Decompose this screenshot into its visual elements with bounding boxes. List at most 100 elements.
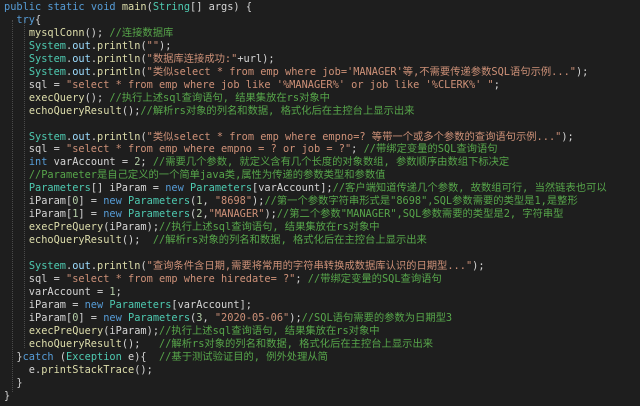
code-token: ] = bbox=[78, 208, 104, 221]
code-line[interactable]: sql = "select * from emp where empno = ?… bbox=[4, 143, 498, 156]
code-token: try bbox=[16, 13, 36, 26]
code-token: "2020-05-06" bbox=[214, 311, 290, 324]
code-token: printStackTrace bbox=[41, 363, 135, 376]
code-token: new bbox=[103, 208, 129, 221]
code-line[interactable]: iParam[0] = new Parameters(1, "8698");//… bbox=[4, 195, 578, 208]
code-token: [varAccount]; bbox=[252, 182, 333, 195]
code-line[interactable]: echoQueryResult();//解析rs对象的列名和数据, 格式化后在主… bbox=[4, 104, 415, 118]
code-token: //客户端知道传递几个参数, 故数组可行, 当然链表也可以 bbox=[332, 182, 607, 195]
code-line[interactable]: try{ bbox=[4, 14, 41, 27]
code-token: ; bbox=[493, 78, 500, 91]
code-token: (); bbox=[121, 234, 153, 247]
code-token: //解析rs对象的列名和数据, 格式化后在主控台上显示出来 bbox=[140, 104, 415, 117]
code-token: (iParam); bbox=[103, 324, 160, 337]
code-token: execPreQuery bbox=[28, 221, 104, 234]
code-token: out bbox=[72, 130, 91, 143]
code-token: "select * from emp where hiredate= ?" bbox=[66, 272, 296, 285]
code-line[interactable]: mysqlConn(); //连接数据库 bbox=[4, 26, 174, 40]
code-token: new bbox=[103, 195, 129, 208]
code-line[interactable]: iParam[1] = new Parameters(2,"MANAGER");… bbox=[4, 208, 564, 221]
code-token: println bbox=[97, 260, 141, 272]
code-token: Parameters bbox=[128, 311, 191, 324]
code-line[interactable]: echoQueryResult(); //解析rs对象的列名和数据, 格式化后在… bbox=[4, 338, 433, 351]
code-token: void bbox=[90, 1, 122, 13]
code-token: e. bbox=[4, 363, 42, 376]
code-line[interactable]: //Parameter是自己定义的一个简单java类,属性为传递的参数类型和参数… bbox=[4, 169, 386, 182]
code-token: main bbox=[121, 1, 147, 13]
code-token: iParam[ bbox=[4, 195, 73, 208]
code-token: System bbox=[28, 52, 67, 65]
code-token: ] = bbox=[78, 195, 104, 208]
code-token: //执行上述sql查询语句, 结果集放在rs对象中 bbox=[159, 324, 380, 337]
code-token: Parameters bbox=[109, 298, 172, 311]
code-line[interactable]: sql = "select * from emp where job like … bbox=[4, 79, 500, 92]
code-token: System bbox=[28, 130, 67, 143]
code-line[interactable]: } bbox=[4, 390, 10, 403]
code-line[interactable]: System.out.println("类似select * from emp … bbox=[4, 65, 589, 79]
code-token: varAccount = bbox=[53, 156, 135, 169]
code-token: ); bbox=[289, 311, 302, 324]
code-token: ); bbox=[252, 195, 265, 208]
code-token: println bbox=[97, 130, 141, 143]
code-token: (); bbox=[84, 26, 110, 39]
code-token: "8698" bbox=[214, 195, 253, 208]
code-token: println bbox=[97, 39, 141, 52]
code-line[interactable]: iParam = new Parameters[varAccount]; bbox=[4, 299, 252, 312]
code-token: } bbox=[4, 389, 11, 402]
code-line[interactable]: varAccount = 1; bbox=[4, 286, 122, 299]
code-token: iParam[ bbox=[4, 311, 73, 324]
code-line[interactable]: execPreQuery(iParam);//执行上述sql查询语句, 结果集放… bbox=[4, 221, 380, 234]
code-token: out bbox=[72, 65, 91, 78]
code-line[interactable]: echoQueryResult(); //解析rs对象的列名和数据, 格式化后在… bbox=[4, 234, 427, 247]
code-token: String bbox=[152, 1, 191, 13]
code-token: iParam = bbox=[4, 298, 85, 311]
code-token: , bbox=[202, 195, 215, 208]
code-token: out bbox=[72, 52, 91, 65]
code-line[interactable]: execPreQuery(iParam);//执行上述sql查询语句, 结果集放… bbox=[4, 325, 380, 338]
code-line[interactable]: }catch (Exception e){ //基于测试验证目的, 例外处理从简 bbox=[4, 351, 328, 364]
code-token: mysqlConn bbox=[28, 26, 85, 39]
code-line[interactable]: System.out.println(""); bbox=[4, 39, 172, 53]
code-line[interactable]: System.out.println("类似select * from emp … bbox=[4, 131, 574, 144]
code-line[interactable]: execQuery(); //执行上述sql查询语句, 结果集放在rs对象中 bbox=[4, 92, 330, 105]
code-token: //Parameter是自己定义的一个简单java类,属性为传递的参数类型和参数… bbox=[28, 169, 386, 182]
code-token: sql = bbox=[4, 143, 66, 156]
code-token: "select * from emp where empno = ? or jo… bbox=[66, 143, 352, 156]
code-token: //带绑定变量的SQL查询语句 bbox=[363, 143, 498, 156]
code-token: Parameters bbox=[28, 182, 91, 195]
code-token: int bbox=[28, 156, 54, 169]
code-token: } bbox=[4, 376, 23, 389]
code-token: ; bbox=[115, 285, 122, 298]
code-editor[interactable]: public static void main(String[] args) {… bbox=[0, 0, 640, 406]
code-line[interactable]: sql = "select * from emp where hiredate=… bbox=[4, 273, 442, 286]
code-line[interactable]: public static void main(String[] args) { bbox=[4, 1, 252, 14]
code-token: execPreQuery bbox=[28, 324, 104, 337]
code-token: //基于测试验证目的, 例外处理从简 bbox=[159, 350, 328, 363]
code-line[interactable]: System.out.println("查询条件含日期,需要将常用的字符串转换成… bbox=[4, 260, 485, 273]
code-line[interactable]: e.printStackTrace(); bbox=[4, 364, 153, 377]
code-line[interactable]: Parameters[] iParam = new Parameters[var… bbox=[4, 182, 607, 195]
code-token: //带绑定变量的SQL查询语句 bbox=[307, 272, 442, 285]
code-line[interactable]: int varAccount = 2; //需要几个参数, 就定义含有几个长度的… bbox=[4, 156, 509, 169]
code-token: ); bbox=[575, 65, 589, 78]
code-token: new bbox=[103, 311, 129, 324]
code-token: (); bbox=[84, 91, 110, 104]
code-token: ); bbox=[159, 39, 172, 52]
code-token: , bbox=[202, 311, 215, 324]
code-line[interactable]: } bbox=[4, 376, 23, 390]
code-line[interactable]: iParam[0] = new Parameters(3, "2020-05-0… bbox=[4, 312, 452, 325]
code-token: println bbox=[97, 52, 141, 65]
code-line[interactable]: System.out.println("数据库连接成功:"+url); bbox=[4, 53, 275, 66]
code-token: "类似select * from emp where empno=? 等带一个或… bbox=[146, 130, 562, 143]
code-token: ; bbox=[295, 272, 308, 285]
